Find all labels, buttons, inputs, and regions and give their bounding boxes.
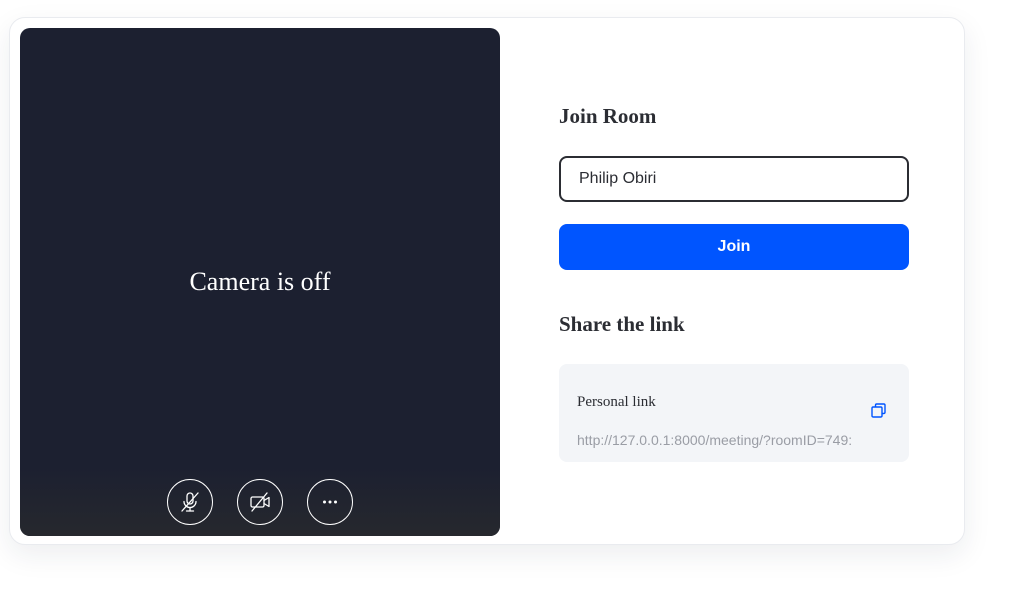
microphone-toggle-button[interactable] — [167, 479, 213, 525]
join-card: Camera is off Join Room Philip Obiri Joi… — [9, 17, 965, 545]
media-controls — [20, 479, 500, 527]
camera-toggle-button[interactable] — [237, 479, 283, 525]
personal-link-url: http://127.0.0.1:8000/meeting/?roomID=74… — [577, 432, 852, 448]
display-name-input[interactable] — [559, 156, 909, 202]
join-panel: Join Room Join Share the link Personal l… — [559, 18, 909, 544]
camera-status-text: Camera is off — [189, 267, 331, 296]
personal-link-label: Personal link — [577, 394, 656, 410]
copy-icon — [870, 402, 888, 425]
personal-link-box: Personal link http://127.0.0.1:8000/meet… — [559, 364, 909, 462]
camera-preview: Camera is off — [20, 28, 500, 536]
more-options-button[interactable] — [307, 479, 353, 525]
camera-off-icon — [248, 490, 272, 514]
join-button[interactable]: Join — [559, 224, 909, 270]
join-room-heading: Join Room — [559, 104, 657, 128]
share-link-heading: Share the link — [559, 312, 685, 336]
copy-link-button[interactable] — [869, 402, 889, 425]
more-icon — [318, 490, 342, 514]
mic-off-icon — [178, 490, 202, 514]
